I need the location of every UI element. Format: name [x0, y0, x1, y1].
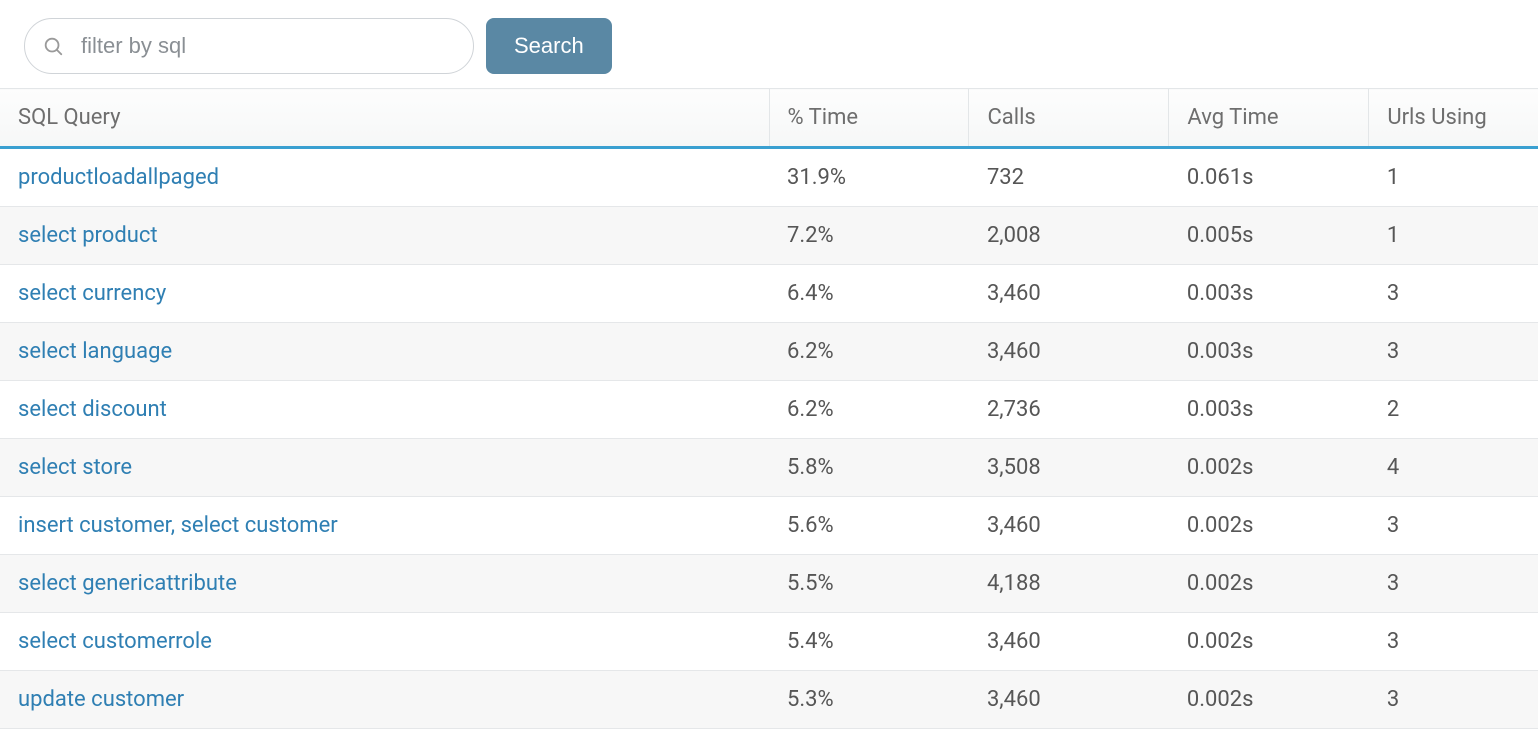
cell-avg-time: 0.003s [1169, 265, 1369, 323]
cell-calls: 2,008 [969, 207, 1169, 265]
cell-urls-using: 3 [1369, 265, 1538, 323]
query-link[interactable]: insert customer, select customer [18, 513, 338, 538]
query-link[interactable]: select language [18, 339, 172, 364]
cell-urls-using: 1 [1369, 207, 1538, 265]
cell-calls: 4,188 [969, 555, 1169, 613]
cell-query: insert customer, select customer [0, 497, 769, 555]
cell-query: select currency [0, 265, 769, 323]
cell-urls-using: 3 [1369, 323, 1538, 381]
table-row: productloadallpaged 31.9%7320.061s1 [0, 148, 1538, 207]
table-row: select customerrole 5.4%3,4600.002s3 [0, 613, 1538, 671]
cell-query: select customerrole [0, 613, 769, 671]
query-link[interactable]: update customer [18, 687, 184, 712]
cell-pct-time: 5.5% [769, 555, 969, 613]
cell-urls-using: 3 [1369, 555, 1538, 613]
table-row: select language 6.2%3,4600.003s3 [0, 323, 1538, 381]
cell-avg-time: 0.002s [1169, 613, 1369, 671]
query-link[interactable]: select currency [18, 281, 166, 306]
table-row: select discount 6.2%2,7360.003s2 [0, 381, 1538, 439]
search-button[interactable]: Search [486, 18, 612, 74]
cell-calls: 3,460 [969, 613, 1169, 671]
cell-query: select language [0, 323, 769, 381]
cell-avg-time: 0.002s [1169, 497, 1369, 555]
cell-pct-time: 5.6% [769, 497, 969, 555]
cell-calls: 3,460 [969, 497, 1169, 555]
cell-calls: 3,508 [969, 439, 1169, 497]
col-header-query[interactable]: SQL Query [0, 89, 769, 148]
table-row: select store 5.8%3,5080.002s4 [0, 439, 1538, 497]
cell-query: productloadallpaged [0, 148, 769, 207]
query-link[interactable]: productloadallpaged [18, 165, 219, 190]
cell-urls-using: 2 [1369, 381, 1538, 439]
cell-urls-using: 4 [1369, 439, 1538, 497]
cell-urls-using: 3 [1369, 613, 1538, 671]
cell-avg-time: 0.061s [1169, 148, 1369, 207]
cell-pct-time: 31.9% [769, 148, 969, 207]
table-header-row: SQL Query % Time Calls Avg Time Urls Usi… [0, 89, 1538, 148]
cell-query: select genericattribute [0, 555, 769, 613]
cell-pct-time: 5.3% [769, 671, 969, 729]
table-row: select currency 6.4%3,4600.003s3 [0, 265, 1538, 323]
col-header-calls[interactable]: Calls [969, 89, 1169, 148]
table-row: insert customer, select customer 5.6%3,46… [0, 497, 1538, 555]
cell-avg-time: 0.002s [1169, 671, 1369, 729]
cell-pct-time: 6.2% [769, 323, 969, 381]
cell-pct-time: 7.2% [769, 207, 969, 265]
cell-avg-time: 0.002s [1169, 555, 1369, 613]
cell-calls: 732 [969, 148, 1169, 207]
toolbar: Search [0, 0, 1538, 88]
sql-query-table: SQL Query % Time Calls Avg Time Urls Usi… [0, 88, 1538, 729]
cell-pct-time: 6.4% [769, 265, 969, 323]
cell-calls: 3,460 [969, 323, 1169, 381]
cell-query: select store [0, 439, 769, 497]
cell-avg-time: 0.003s [1169, 381, 1369, 439]
cell-avg-time: 0.003s [1169, 323, 1369, 381]
col-header-urls-using[interactable]: Urls Using [1369, 89, 1538, 148]
table-row: select product 7.2%2,0080.005s1 [0, 207, 1538, 265]
search-wrap [24, 18, 474, 74]
cell-calls: 2,736 [969, 381, 1169, 439]
table-row: select genericattribute 5.5%4,1880.002s3 [0, 555, 1538, 613]
cell-query: select discount [0, 381, 769, 439]
cell-avg-time: 0.002s [1169, 439, 1369, 497]
cell-avg-time: 0.005s [1169, 207, 1369, 265]
table-row: update customer 5.3%3,4600.002s3 [0, 671, 1538, 729]
query-link[interactable]: select product [18, 223, 158, 248]
cell-urls-using: 3 [1369, 671, 1538, 729]
cell-urls-using: 1 [1369, 148, 1538, 207]
search-input[interactable] [24, 18, 474, 74]
cell-calls: 3,460 [969, 265, 1169, 323]
cell-pct-time: 6.2% [769, 381, 969, 439]
query-link[interactable]: select store [18, 455, 132, 480]
cell-calls: 3,460 [969, 671, 1169, 729]
cell-query: select product [0, 207, 769, 265]
cell-pct-time: 5.4% [769, 613, 969, 671]
query-link[interactable]: select customerrole [18, 629, 212, 654]
query-link[interactable]: select genericattribute [18, 571, 237, 596]
col-header-avg-time[interactable]: Avg Time [1169, 89, 1369, 148]
cell-pct-time: 5.8% [769, 439, 969, 497]
cell-query: update customer [0, 671, 769, 729]
query-link[interactable]: select discount [18, 397, 167, 422]
col-header-pct-time[interactable]: % Time [769, 89, 969, 148]
cell-urls-using: 3 [1369, 497, 1538, 555]
